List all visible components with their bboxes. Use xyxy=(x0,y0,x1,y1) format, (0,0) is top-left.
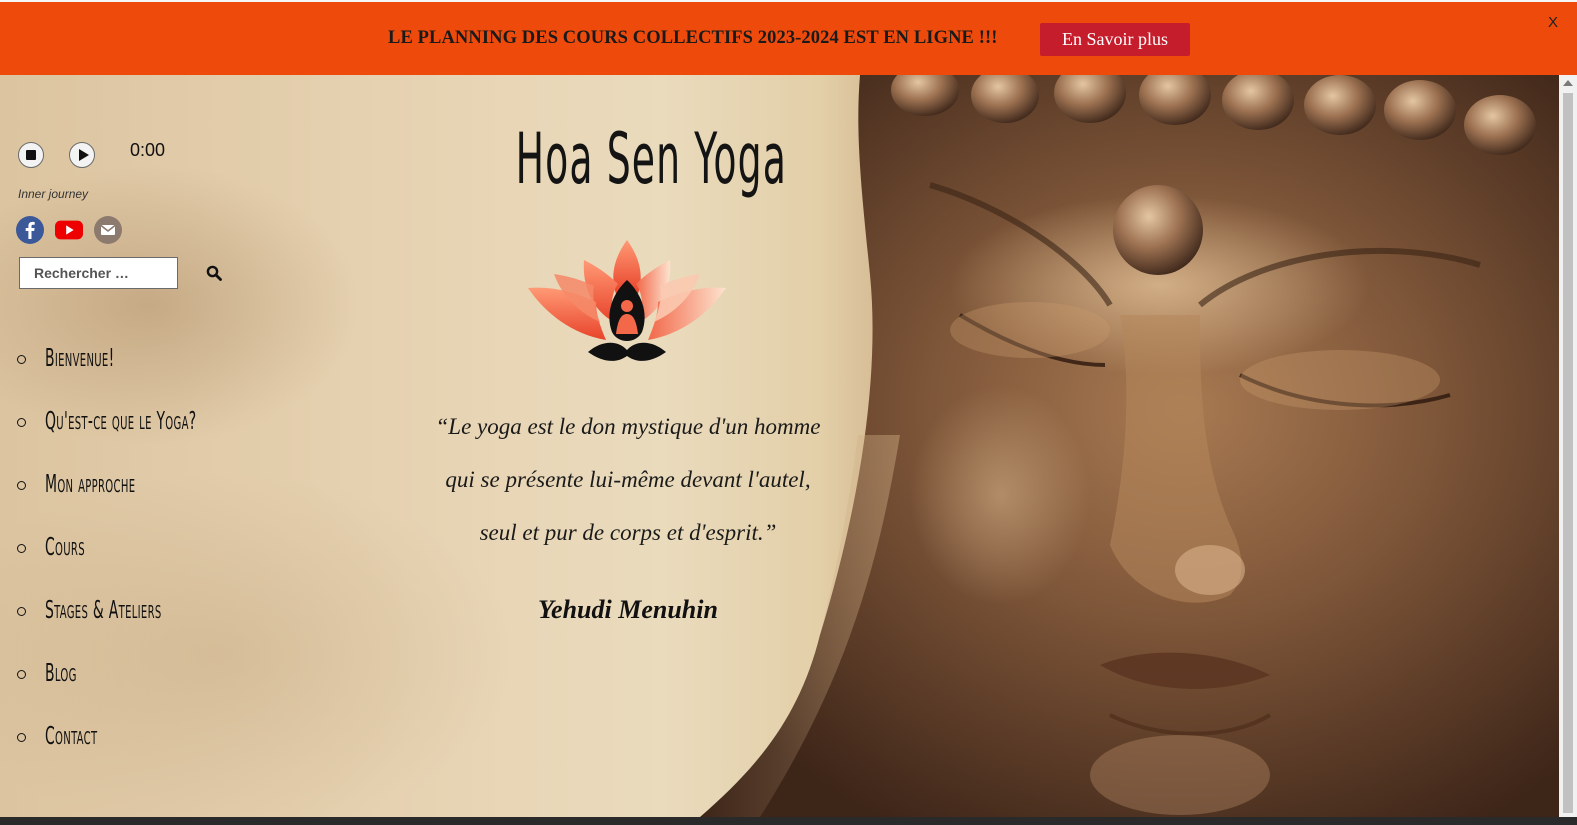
announcement-banner: LE PLANNING DES COURS COLLECTIFS 2023-20… xyxy=(0,0,1577,75)
nav-label[interactable]: Contact xyxy=(45,721,97,750)
nav-label[interactable]: Blog xyxy=(45,658,77,687)
bullet-icon xyxy=(17,607,26,616)
quote-author: Yehudi Menuhin xyxy=(538,595,718,624)
banner-text: LE PLANNING DES COURS COLLECTIFS 2023-20… xyxy=(388,28,998,48)
scroll-up-arrow-icon[interactable] xyxy=(1563,80,1573,86)
learn-more-button[interactable]: En Savoir plus xyxy=(1040,23,1190,56)
site-title[interactable]: Hoa Sen Yoga xyxy=(516,118,786,200)
banner-close-button[interactable]: X xyxy=(1548,14,1558,31)
search-input[interactable] xyxy=(19,257,178,289)
bullet-icon xyxy=(17,355,26,364)
quote-line: qui se présente lui-même devant l'autel, xyxy=(445,467,811,492)
hero-section xyxy=(0,75,1577,817)
search-icon[interactable] xyxy=(206,265,222,281)
buddha-background-image xyxy=(700,75,1577,817)
lotus-logo-icon xyxy=(528,240,726,361)
email-icon[interactable] xyxy=(94,216,122,244)
bullet-icon xyxy=(17,544,26,553)
bottom-border xyxy=(0,817,1577,825)
bullet-icon xyxy=(17,733,26,742)
quote-line: “Le yoga est le don mystique d'un homme xyxy=(435,414,821,439)
stop-icon xyxy=(26,150,36,160)
nav-label[interactable]: Cours xyxy=(45,532,85,561)
facebook-icon[interactable] xyxy=(16,216,44,244)
nav-label[interactable]: Stages & Ateliers xyxy=(45,595,162,624)
nav-label[interactable]: Bienvenue! xyxy=(45,343,114,372)
bullet-icon xyxy=(17,418,26,427)
quote-line: seul et pur de corps et d'esprit.” xyxy=(479,520,777,545)
bullet-icon xyxy=(17,670,26,679)
youtube-icon[interactable] xyxy=(55,216,83,244)
page-scrollbar[interactable] xyxy=(1559,75,1577,817)
bullet-icon xyxy=(17,481,26,490)
player-time: 0:00 xyxy=(130,140,166,160)
play-icon xyxy=(78,149,89,161)
stop-button[interactable] xyxy=(18,142,44,168)
nav-label[interactable]: Qu'est-ce que le Yoga? xyxy=(45,406,196,435)
nav-label[interactable]: Mon approche xyxy=(45,469,135,498)
play-button[interactable] xyxy=(69,142,95,168)
track-title: Inner journey xyxy=(18,187,89,201)
scroll-thumb[interactable] xyxy=(1563,93,1573,813)
